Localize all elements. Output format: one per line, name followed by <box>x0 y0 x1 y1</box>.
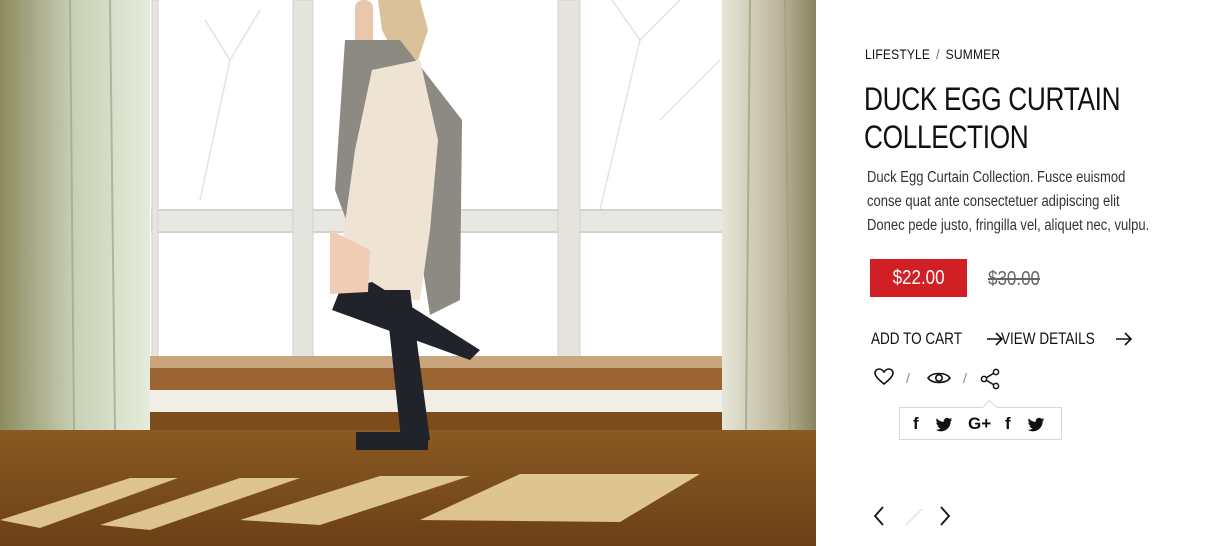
view-details-button[interactable]: VIEW DETAILS <box>1001 328 1133 350</box>
old-price: $30.00 <box>988 268 1040 290</box>
chevron-right-icon[interactable] <box>937 503 953 529</box>
icon-separator: / <box>963 370 967 386</box>
twitter-icon[interactable] <box>1027 416 1045 434</box>
share-menu: f G+ f <box>899 407 1062 440</box>
breadcrumb-item-lifestyle[interactable]: LIFESTYLE <box>865 46 930 62</box>
current-price: $22.00 <box>870 259 967 297</box>
eye-icon[interactable] <box>927 370 951 386</box>
product-photo <box>0 0 816 546</box>
facebook-icon[interactable]: f <box>1005 415 1011 433</box>
slide-pager <box>871 503 961 529</box>
view-details-label: VIEW DETAILS <box>1001 329 1095 348</box>
breadcrumb-item-summer[interactable]: SUMMER <box>946 46 1001 62</box>
breadcrumb: LIFESTYLE / SUMMER <box>865 46 1000 62</box>
icon-separator: / <box>906 370 910 386</box>
product-info-panel: LIFESTYLE / SUMMER DUCK EGG CURTAIN COLLEC… <box>816 0 1227 546</box>
add-to-cart-label: ADD TO CART <box>871 329 962 348</box>
product-title: DUCK EGG CURTAIN COLLECTION <box>864 81 1121 155</box>
breadcrumb-separator: / <box>936 46 940 62</box>
photo-scene <box>0 0 816 546</box>
facebook-icon[interactable]: f <box>913 415 919 433</box>
add-to-cart-button[interactable]: ADD TO CART <box>871 328 1004 350</box>
arrow-right-icon <box>1116 332 1133 346</box>
google-plus-icon[interactable]: G+ <box>968 415 991 433</box>
chevron-left-icon[interactable] <box>871 503 887 529</box>
product-description: Duck Egg Curtain Collection. Fusce euism… <box>867 169 1150 234</box>
divider-slash <box>905 508 923 526</box>
heart-icon[interactable] <box>874 368 894 386</box>
twitter-icon[interactable] <box>935 416 953 434</box>
current-price-value: $22.00 <box>892 267 945 289</box>
share-icon[interactable] <box>980 368 1000 390</box>
